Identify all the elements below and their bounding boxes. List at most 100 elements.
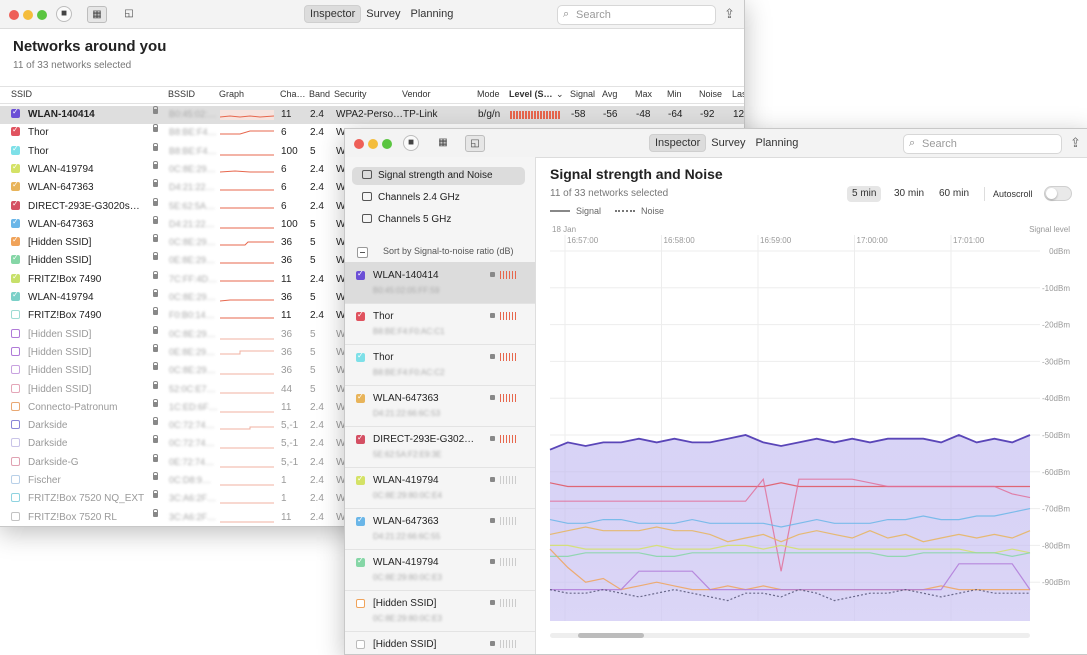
tab-survey[interactable]: Survey	[706, 134, 750, 152]
row-checkbox[interactable]	[11, 199, 20, 210]
col-signal[interactable]: Signal	[570, 89, 595, 99]
row-checkbox[interactable]	[11, 475, 20, 484]
row-checkbox[interactable]	[11, 107, 20, 118]
table-view-icon[interactable]: ▦	[87, 6, 107, 23]
network-checkbox[interactable]	[356, 474, 365, 485]
network-checkbox[interactable]	[356, 392, 365, 403]
search-input[interactable]: ⌕ Search	[903, 134, 1062, 154]
row-checkbox[interactable]	[11, 328, 20, 338]
zoom-button[interactable]	[382, 139, 392, 149]
col-level[interactable]: Level (S…	[509, 89, 553, 99]
scrollbar-thumb[interactable]	[578, 633, 644, 638]
network-card[interactable]: WLAN-647363 D4:21:22:66:6C:53	[345, 385, 535, 427]
col-bssid[interactable]: BSSID	[168, 89, 195, 99]
col-graph[interactable]: Graph	[219, 89, 244, 99]
network-checkbox[interactable]	[356, 269, 365, 280]
network-checkbox[interactable]	[356, 310, 365, 321]
row-checkbox[interactable]	[11, 346, 20, 356]
network-bssid: B8:BE:F4:F0:AC:C1	[373, 327, 445, 336]
sort-label[interactable]: Sort by Signal-to-noise ratio (dB)	[383, 246, 514, 256]
horizontal-scrollbar[interactable]	[550, 633, 1030, 638]
close-button[interactable]	[354, 139, 364, 149]
row-checkbox[interactable]	[11, 365, 20, 375]
network-card[interactable]: Thor B8:BE:F4:F0:AC:C2	[345, 344, 535, 386]
tab-inspector[interactable]: Inspector	[304, 5, 362, 23]
col-max[interactable]: Max	[635, 89, 652, 99]
sidebar-item-channels-24[interactable]: Channels 2.4 GHz	[352, 189, 525, 207]
table-view-icon[interactable]: ▦	[434, 135, 452, 150]
search-input[interactable]: ⌕ Search	[557, 5, 716, 25]
network-card[interactable]: DIRECT-293E-G302… 5E:62:5A:F2:E9:3E	[345, 426, 535, 468]
sort-control[interactable]: Sort by Signal-to-noise ratio (dB)	[357, 245, 533, 259]
col-security[interactable]: Security	[334, 89, 367, 99]
table-row[interactable]: WLAN-140414 B0:45:02:… 11 2.4 WPA2-Perso…	[0, 106, 744, 124]
zoom-button[interactable]	[37, 10, 47, 20]
row-checkbox[interactable]	[11, 420, 20, 430]
row-checkbox[interactable]	[11, 290, 20, 301]
network-name: Thor	[373, 352, 394, 363]
bssid-cell: B0:45:02:…	[169, 109, 217, 119]
row-checkbox[interactable]	[11, 125, 20, 137]
stop-scan-icon[interactable]: ■	[403, 135, 419, 151]
ssid-cell: Darkside	[28, 420, 68, 432]
row-checkbox[interactable]	[11, 235, 20, 247]
col-min[interactable]: Min	[667, 89, 682, 99]
row-checkbox[interactable]	[11, 401, 20, 411]
tab-planning[interactable]: Planning	[751, 134, 804, 152]
deselect-all-icon[interactable]	[357, 247, 368, 258]
row-checkbox[interactable]	[11, 253, 20, 265]
chart-view-icon[interactable]: ◱	[465, 135, 485, 152]
row-checkbox[interactable]	[11, 144, 20, 155]
row-checkbox[interactable]	[11, 493, 20, 503]
row-checkbox[interactable]	[11, 217, 20, 228]
row-checkbox[interactable]	[11, 511, 20, 521]
network-checkbox[interactable]	[356, 515, 365, 526]
col-last[interactable]: Las	[732, 89, 744, 99]
close-button[interactable]	[9, 10, 19, 20]
lock-icon	[153, 179, 158, 188]
minimize-button[interactable]	[23, 10, 33, 20]
col-ssid[interactable]: SSID	[11, 89, 32, 99]
network-checkbox[interactable]	[356, 433, 365, 444]
network-card[interactable]: WLAN-419794 0C:8E:29:80:0C:E4	[345, 467, 535, 509]
col-vendor[interactable]: Vendor	[402, 89, 431, 99]
col-band[interactable]: Band	[309, 89, 330, 99]
col-noise[interactable]: Noise	[699, 89, 722, 99]
share-icon[interactable]: ⇪	[1070, 135, 1081, 151]
network-card[interactable]: WLAN-647363 D4:21:22:66:6C:55	[345, 508, 535, 550]
network-checkbox[interactable]	[356, 556, 365, 567]
row-checkbox[interactable]	[11, 383, 20, 393]
y-tick-label: -50dBm	[1042, 431, 1070, 440]
network-card[interactable]: [Hidden SSID]	[345, 631, 535, 654]
network-card[interactable]: WLAN-419794 0C:8E:29:80:0C:E3	[345, 549, 535, 591]
tab-inspector[interactable]: Inspector	[649, 134, 707, 152]
network-checkbox[interactable]	[356, 351, 365, 362]
tab-planning[interactable]: Planning	[406, 5, 459, 23]
row-checkbox[interactable]	[11, 310, 20, 320]
row-checkbox[interactable]	[11, 272, 20, 283]
row-checkbox[interactable]	[11, 180, 20, 192]
col-mode[interactable]: Mode	[477, 89, 500, 99]
row-checkbox[interactable]	[11, 456, 20, 466]
stop-scan-icon[interactable]: ■	[56, 6, 72, 22]
share-icon[interactable]: ⇪	[724, 6, 735, 22]
minimize-button[interactable]	[368, 139, 378, 149]
row-checkbox[interactable]	[11, 438, 20, 448]
network-checkbox[interactable]	[356, 599, 365, 608]
network-checkbox[interactable]	[356, 640, 365, 649]
channel-cell: 6	[281, 127, 287, 139]
sidebar-item-signal-noise[interactable]: Signal strength and Noise	[352, 167, 525, 185]
chart-view-icon[interactable]: ◱	[120, 6, 138, 21]
x-tick-label: 17:00:00	[857, 236, 889, 245]
network-card[interactable]: Thor B8:BE:F4:F0:AC:C1	[345, 303, 535, 345]
sidebar-item-channels-5[interactable]: Channels 5 GHz	[352, 211, 525, 229]
network-name: WLAN-140414	[373, 270, 439, 281]
tab-survey[interactable]: Survey	[361, 5, 405, 23]
row-checkbox[interactable]	[11, 162, 20, 173]
network-card[interactable]: [Hidden SSID] 0C:8E:29:80:0C:E3	[345, 590, 535, 632]
lock-icon	[490, 354, 495, 359]
network-card[interactable]: WLAN-140414 B0:45:02:05:FF:59	[345, 262, 535, 304]
col-channel[interactable]: Cha…	[280, 89, 306, 99]
col-avg[interactable]: Avg	[602, 89, 617, 99]
band-cell: 2.4	[310, 493, 324, 505]
